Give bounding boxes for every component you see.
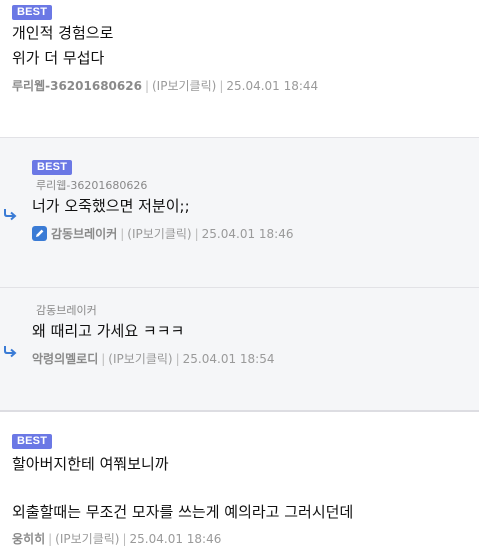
comment-text-line: 개인적 경험으로 xyxy=(12,24,114,42)
ip-link[interactable]: (IP보기클릭) xyxy=(127,227,191,241)
reply-mention[interactable]: 루리웹-36201680626 xyxy=(36,179,147,193)
comment-time: 25.04.01 18:44 xyxy=(226,79,319,93)
meta-separator: | xyxy=(194,227,199,241)
comment-text-line: 왜 때리고 가세요 ㅋㅋㅋ xyxy=(32,322,185,340)
meta-separator: | xyxy=(144,79,149,93)
meta-separator: | xyxy=(175,352,180,366)
author-nickname[interactable]: 감동브레이커 xyxy=(51,227,117,241)
comment-text-line: 외출할때는 무조건 모자를 쓰는게 예의라고 그러시던데 xyxy=(12,503,354,521)
ip-link[interactable]: (IP보기클릭) xyxy=(55,532,119,546)
author-nickname[interactable]: 악령의멜로디 xyxy=(32,352,98,366)
reply-item: 감동브레이커 왜 때리고 가세요 ㅋㅋㅋ 악령의멜로디 | (IP보기클릭) | 25.… xyxy=(0,288,479,412)
ip-link[interactable]: (IP보기클릭) xyxy=(152,79,216,93)
comment-text-line: 할아버지한테 여쭤보니까 xyxy=(12,455,169,473)
best-badge: BEST xyxy=(12,5,53,20)
comment-text-line: 위가 더 무섭다 xyxy=(12,49,105,67)
comment-meta: 루리웹-36201680626 | (IP보기클릭) | 25.04.01 18:44 xyxy=(12,78,318,94)
meta-separator: | xyxy=(101,352,106,366)
pen-icon xyxy=(32,226,47,241)
comment-item: BEST 개인적 경험으로 위가 더 무섭다 루리웹-36201680626 |(… xyxy=(0,0,479,138)
comment-meta: 감동브레이커 | (IP보기클릭) | 25.04.01 18:46 xyxy=(32,226,294,242)
reply-item: BEST 루리웹-36201680626 너가 오죽했으면 저분이;; 감동브레… xyxy=(0,138,479,288)
comment-item: BEST 할아버지한테 여쭤보니까 외출할때는 무조건 모자를 쓰는게 예의라고… xyxy=(0,412,479,556)
reply-arrow-icon xyxy=(4,209,17,221)
comment-meta: 웅히히 | (IP보기클릭) | 25.04.01 18:46 xyxy=(12,531,221,547)
reply-mention[interactable]: 감동브레이커 xyxy=(36,304,97,318)
best-badge: BEST xyxy=(12,434,53,449)
comment-text-line: 너가 오죽했으면 저분이;; xyxy=(32,197,190,215)
author-nickname[interactable]: 웅히히 xyxy=(12,532,45,546)
meta-separator: | xyxy=(122,532,127,546)
meta-separator: | xyxy=(48,532,53,546)
comment-meta: 악령의멜로디 | (IP보기클릭) | 25.04.01 18:54 xyxy=(32,351,275,367)
comment-time: 25.04.01 18:46 xyxy=(129,532,222,546)
meta-separator: | xyxy=(219,79,224,93)
ip-link[interactable]: (IP보기클릭) xyxy=(108,352,172,366)
comment-time: 25.04.01 18:54 xyxy=(182,352,275,366)
best-badge: BEST xyxy=(32,160,73,175)
author-nickname[interactable]: 루리웹-36201680626 xyxy=(12,79,142,93)
meta-separator: | xyxy=(120,227,125,241)
reply-arrow-icon xyxy=(4,346,17,358)
comment-time: 25.04.01 18:46 xyxy=(201,227,294,241)
